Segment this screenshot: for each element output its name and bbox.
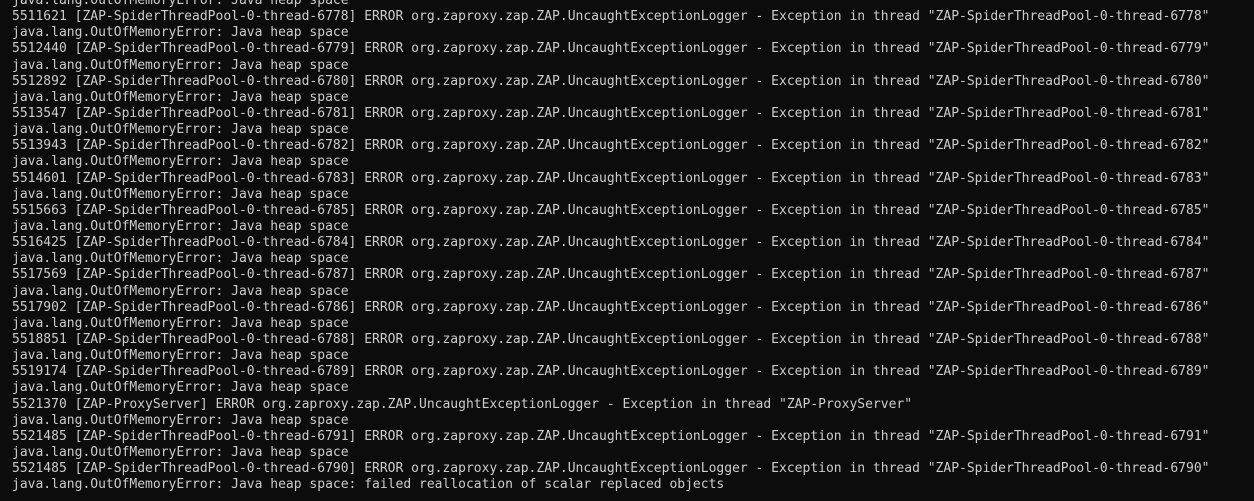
log-line: java.lang.OutOfMemoryError: Java heap sp… [12,122,349,138]
log-line: 5516425 [ZAP-SpiderThreadPool-0-thread-6… [12,235,1210,251]
log-line: java.lang.OutOfMemoryError: Java heap sp… [12,218,349,234]
log-line: 5512440 [ZAP-SpiderThreadPool-0-thread-6… [12,41,1210,57]
log-line: java.lang.OutOfMemoryError: Java heap sp… [12,89,349,105]
log-line: java.lang.OutOfMemoryError: Java heap sp… [12,412,349,428]
log-line: java.lang.OutOfMemoryError: Java heap sp… [12,25,349,41]
log-line: 5512892 [ZAP-SpiderThreadPool-0-thread-6… [12,73,1210,89]
log-line: 5515663 [ZAP-SpiderThreadPool-0-thread-6… [12,202,1210,218]
log-line: 5517569 [ZAP-SpiderThreadPool-0-thread-6… [12,267,1210,283]
log-line: 5521485 [ZAP-SpiderThreadPool-0-thread-6… [12,428,1210,444]
log-line: 5513943 [ZAP-SpiderThreadPool-0-thread-6… [12,138,1210,154]
terminal-window[interactable]: java.lang.OutOfMemoryError: Java heap sp… [0,0,1254,501]
log-line: java.lang.OutOfMemoryError: Java heap sp… [12,154,349,170]
log-line: java.lang.OutOfMemoryError: Java heap sp… [12,0,349,8]
log-line: 5511621 [ZAP-SpiderThreadPool-0-thread-6… [12,9,1210,25]
log-line: java.lang.OutOfMemoryError: Java heap sp… [12,283,349,299]
log-line: 5521485 [ZAP-SpiderThreadPool-0-thread-6… [12,461,1210,477]
log-line: 5514601 [ZAP-SpiderThreadPool-0-thread-6… [12,170,1210,186]
log-line: java.lang.OutOfMemoryError: Java heap sp… [12,315,349,331]
log-line: 5519174 [ZAP-SpiderThreadPool-0-thread-6… [12,364,1210,380]
log-line: java.lang.OutOfMemoryError: Java heap sp… [12,348,349,364]
terminal-output: java.lang.OutOfMemoryError: Java heap sp… [12,0,1254,493]
log-line: java.lang.OutOfMemoryError: Java heap sp… [12,186,349,202]
log-line: 5518851 [ZAP-SpiderThreadPool-0-thread-6… [12,331,1210,347]
log-line: java.lang.OutOfMemoryError: Java heap sp… [12,57,349,73]
log-line: 5521370 [ZAP-ProxyServer] ERROR org.zapr… [12,396,913,412]
log-line: 5513547 [ZAP-SpiderThreadPool-0-thread-6… [12,105,1210,121]
log-line: java.lang.OutOfMemoryError: Java heap sp… [12,444,349,460]
log-line: java.lang.OutOfMemoryError: Java heap sp… [12,251,349,267]
log-line: java.lang.OutOfMemoryError: Java heap sp… [12,477,725,493]
log-line: java.lang.OutOfMemoryError: Java heap sp… [12,380,349,396]
log-line: 5517902 [ZAP-SpiderThreadPool-0-thread-6… [12,299,1210,315]
terminal-scrollbar[interactable] [1250,0,1254,501]
